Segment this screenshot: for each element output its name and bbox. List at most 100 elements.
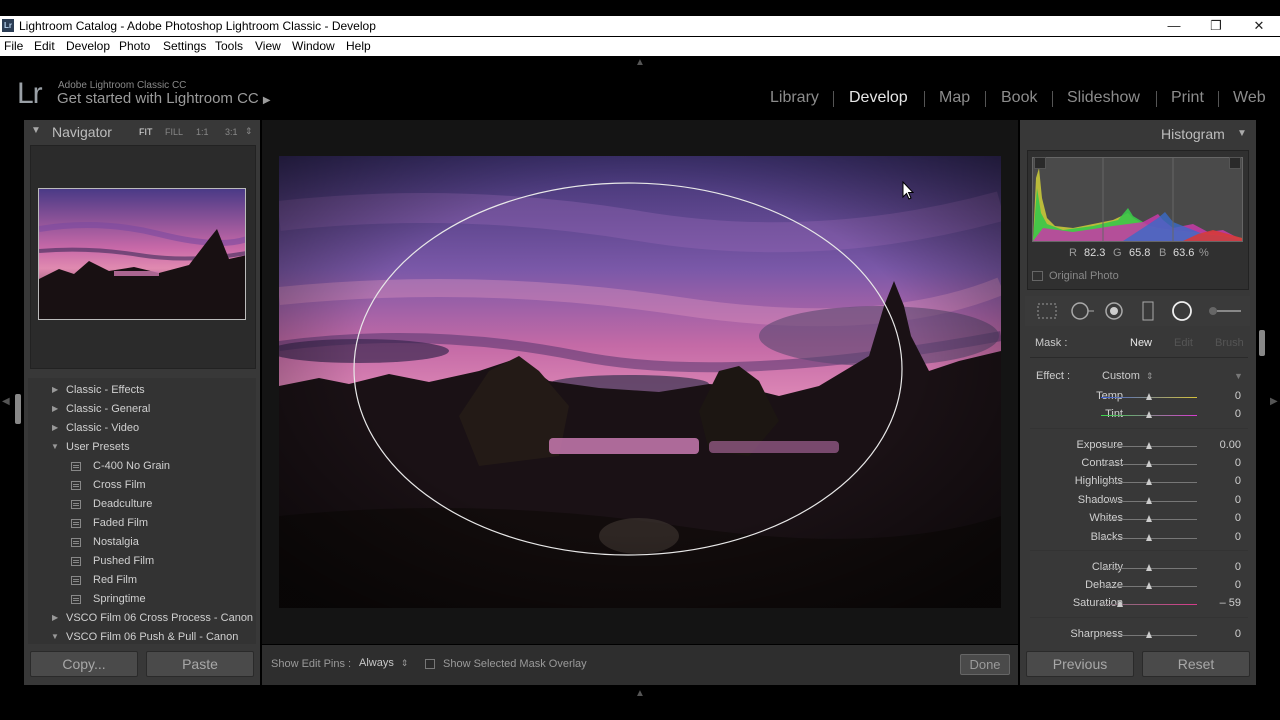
- filmstrip-toggle-icon[interactable]: ▲: [635, 688, 645, 699]
- graduated-filter-icon[interactable]: [1141, 301, 1155, 321]
- slider-value[interactable]: 0: [1235, 408, 1241, 420]
- mouse-cursor-icon: [902, 181, 914, 200]
- slider-value[interactable]: 0: [1235, 531, 1241, 543]
- menu-develop[interactable]: Develop: [66, 39, 110, 53]
- slider-temp[interactable]: Temp 0: [1030, 388, 1245, 406]
- navigator-thumbnail[interactable]: [38, 188, 246, 320]
- red-eye-icon[interactable]: [1103, 300, 1125, 322]
- slider-knob[interactable]: [1145, 411, 1152, 418]
- slider-knob[interactable]: [1145, 515, 1152, 522]
- module-develop[interactable]: Develop: [849, 89, 908, 107]
- preset-icon: [71, 595, 81, 604]
- menu-settings[interactable]: Settings: [163, 39, 206, 53]
- module-library[interactable]: Library: [770, 89, 819, 107]
- original-photo-checkbox[interactable]: [1032, 271, 1043, 281]
- highlight-clipping-toggle[interactable]: [1229, 157, 1241, 169]
- zoom-fit[interactable]: FIT: [139, 127, 153, 137]
- mask-edit[interactable]: Edit: [1174, 337, 1193, 349]
- zoom-fill[interactable]: FILL: [165, 127, 183, 137]
- navigator-header[interactable]: ▼ Navigator FIT FILL 1:1 3:1 ⇕: [28, 123, 258, 143]
- slider-knob[interactable]: [1145, 393, 1152, 400]
- slider-knob[interactable]: [1117, 600, 1124, 607]
- module-map[interactable]: Map: [939, 89, 970, 107]
- preset-group-label: Classic - General: [66, 403, 151, 415]
- slider-highlights[interactable]: Highlights 0: [1030, 473, 1245, 491]
- histogram-title[interactable]: Histogram: [1161, 126, 1225, 142]
- mask-new[interactable]: New: [1130, 337, 1152, 349]
- slider-value[interactable]: 0: [1235, 561, 1241, 573]
- menu-photo[interactable]: Photo: [119, 39, 150, 53]
- slider-saturation[interactable]: Saturation – 59: [1030, 595, 1245, 613]
- slider-value[interactable]: 0: [1235, 475, 1241, 487]
- slider-value[interactable]: 0: [1235, 579, 1241, 591]
- tool-strip: [1025, 296, 1250, 326]
- slider-track[interactable]: [1101, 604, 1197, 605]
- menu-window[interactable]: Window: [292, 39, 335, 53]
- slider-shadows[interactable]: Shadows 0: [1030, 492, 1245, 510]
- menu-tools[interactable]: Tools: [215, 39, 243, 53]
- right-panel-toggle-icon[interactable]: ▶: [1270, 396, 1278, 407]
- effect-dropdown[interactable]: Custom ⇕: [1102, 370, 1154, 382]
- module-book[interactable]: Book: [1001, 89, 1037, 107]
- shadow-clipping-toggle[interactable]: [1034, 157, 1046, 169]
- collapse-triangle-icon: ▼: [51, 442, 59, 451]
- show-edit-pins-dropdown[interactable]: Always ⇕: [359, 657, 408, 669]
- menu-file[interactable]: File: [4, 39, 23, 53]
- collapse-triangle-icon[interactable]: ▼: [1237, 128, 1247, 139]
- menu-view[interactable]: View: [255, 39, 281, 53]
- left-panel-toggle-icon[interactable]: ◀: [2, 396, 10, 407]
- slider-value[interactable]: 0.00: [1220, 439, 1241, 451]
- menu-edit[interactable]: Edit: [34, 39, 55, 53]
- slider-tint[interactable]: Tint 0: [1030, 406, 1245, 424]
- spot-removal-icon[interactable]: [1069, 300, 1095, 322]
- slider-value[interactable]: 0: [1235, 512, 1241, 524]
- minimize-button[interactable]: —: [1154, 16, 1194, 36]
- module-slideshow[interactable]: Slideshow: [1067, 89, 1140, 107]
- slider-knob[interactable]: [1145, 442, 1152, 449]
- mask-overlay-checkbox[interactable]: [425, 659, 435, 669]
- zoom-3-1[interactable]: 3:1: [225, 127, 238, 137]
- slider-knob[interactable]: [1145, 478, 1152, 485]
- slider-exposure[interactable]: Exposure 0.00: [1030, 437, 1245, 455]
- top-panel-toggle-icon[interactable]: ▲: [635, 57, 645, 68]
- slider-whites[interactable]: Whites 0: [1030, 510, 1245, 528]
- close-button[interactable]: ✕: [1239, 16, 1279, 36]
- crop-overlay-icon[interactable]: [1036, 302, 1058, 320]
- previous-button[interactable]: Previous: [1026, 651, 1134, 677]
- slider-value[interactable]: 0: [1235, 494, 1241, 506]
- slider-contrast[interactable]: Contrast 0: [1030, 455, 1245, 473]
- slider-blacks[interactable]: Blacks 0: [1030, 529, 1245, 547]
- zoom-1-1[interactable]: 1:1: [196, 127, 209, 137]
- slider-sharpness[interactable]: Sharpness 0: [1030, 626, 1245, 644]
- slider-knob[interactable]: [1145, 460, 1152, 467]
- left-scrollbar[interactable]: [15, 394, 21, 424]
- histogram-graph[interactable]: [1032, 157, 1243, 242]
- main-photo[interactable]: [279, 156, 1001, 608]
- copy-button[interactable]: Copy...: [30, 651, 138, 677]
- slider-knob[interactable]: [1145, 497, 1152, 504]
- zoom-menu-icon[interactable]: ⇕: [245, 126, 253, 137]
- slider-value[interactable]: 0: [1235, 457, 1241, 469]
- get-started-link[interactable]: Get started with Lightroom CC ▶: [57, 90, 271, 107]
- done-button[interactable]: Done: [960, 654, 1010, 675]
- mask-brush[interactable]: Brush: [1215, 337, 1244, 349]
- module-print[interactable]: Print: [1171, 89, 1204, 107]
- slider-dehaze[interactable]: Dehaze 0: [1030, 577, 1245, 595]
- reset-button[interactable]: Reset: [1142, 651, 1250, 677]
- slider-value[interactable]: 0: [1235, 628, 1241, 640]
- restore-button[interactable]: ❐: [1196, 16, 1236, 36]
- slider-value[interactable]: 0: [1235, 390, 1241, 402]
- slider-knob[interactable]: [1145, 631, 1152, 638]
- right-scrollbar[interactable]: [1259, 330, 1265, 356]
- effect-collapse-icon[interactable]: ▼: [1234, 371, 1243, 381]
- radial-filter-icon[interactable]: [1170, 300, 1194, 322]
- menu-help[interactable]: Help: [346, 39, 371, 53]
- slider-value[interactable]: – 59: [1220, 597, 1241, 609]
- slider-knob[interactable]: [1145, 534, 1152, 541]
- slider-knob[interactable]: [1145, 564, 1152, 571]
- slider-clarity[interactable]: Clarity 0: [1030, 559, 1245, 577]
- slider-knob[interactable]: [1145, 582, 1152, 589]
- adjustment-brush-icon[interactable]: [1207, 304, 1243, 318]
- paste-button[interactable]: Paste: [146, 651, 254, 677]
- module-web[interactable]: Web: [1233, 89, 1266, 107]
